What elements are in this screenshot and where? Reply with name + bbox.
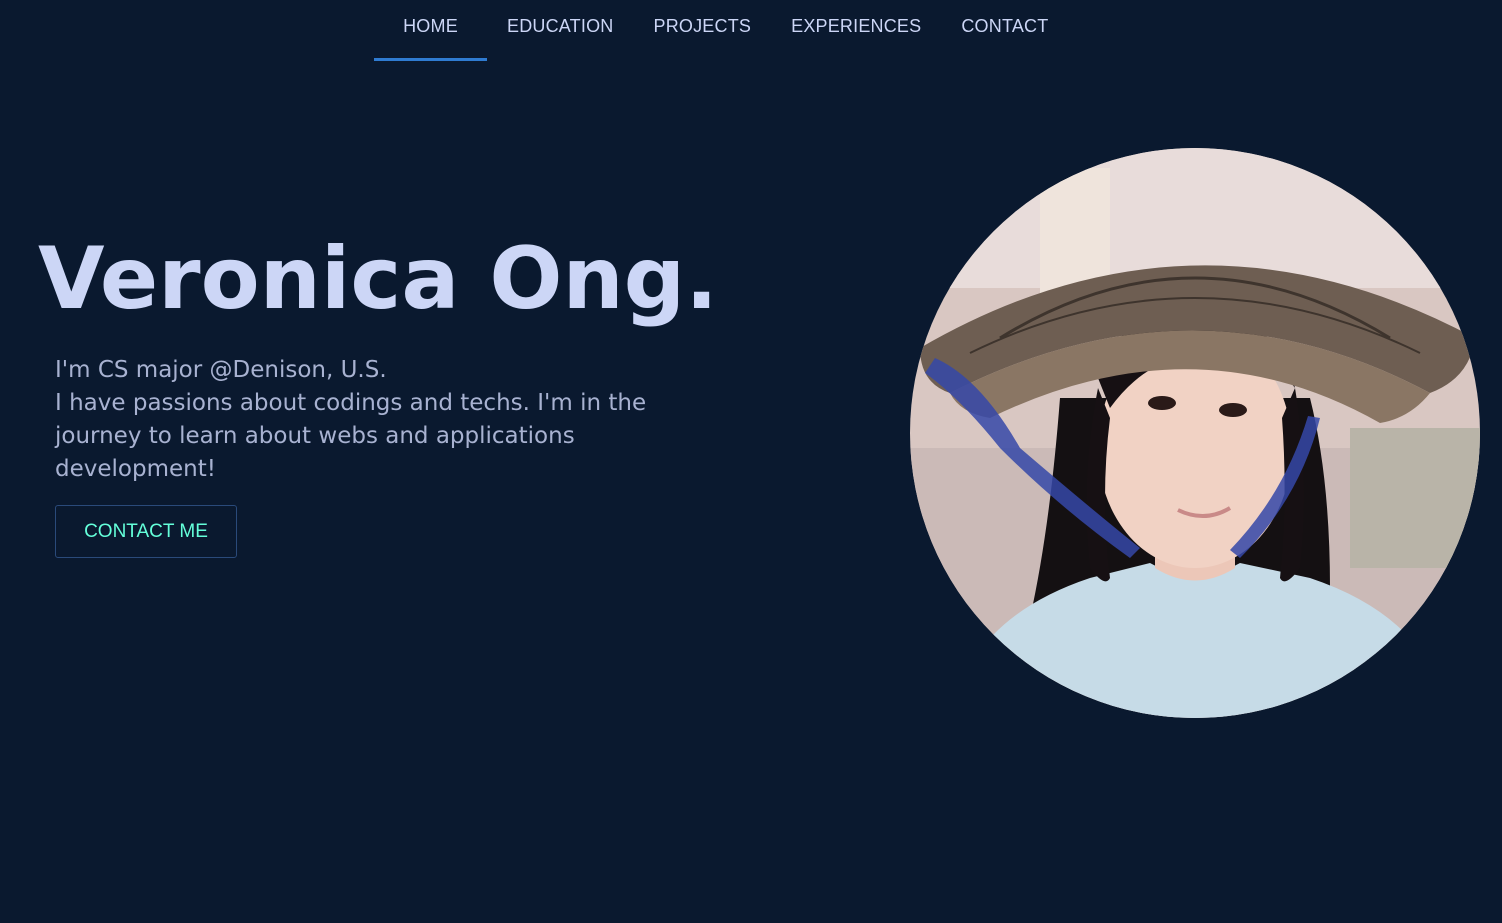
nav-experiences[interactable]: EXPERIENCES	[771, 0, 941, 58]
page: HOME EDUCATION PROJECTS EXPERIENCES CONT…	[0, 0, 1502, 923]
top-nav: HOME EDUCATION PROJECTS EXPERIENCES CONT…	[374, 0, 1068, 61]
contact-me-button[interactable]: CONTACT ME	[55, 505, 237, 558]
hero-intro-line1: I'm CS major @Denison, U.S.	[55, 357, 387, 383]
hero-name: Veronica Ong.	[38, 229, 718, 329]
nav-education[interactable]: EDUCATION	[487, 0, 633, 58]
hero-intro-line2: I have passions about codings and techs.…	[55, 390, 647, 482]
nav-contact[interactable]: CONTACT	[941, 0, 1068, 58]
nav-projects[interactable]: PROJECTS	[633, 0, 771, 58]
hero-intro: I'm CS major @Denison, U.S. I have passi…	[55, 354, 655, 486]
nav-home[interactable]: HOME	[374, 0, 487, 61]
profile-photo	[910, 148, 1480, 718]
